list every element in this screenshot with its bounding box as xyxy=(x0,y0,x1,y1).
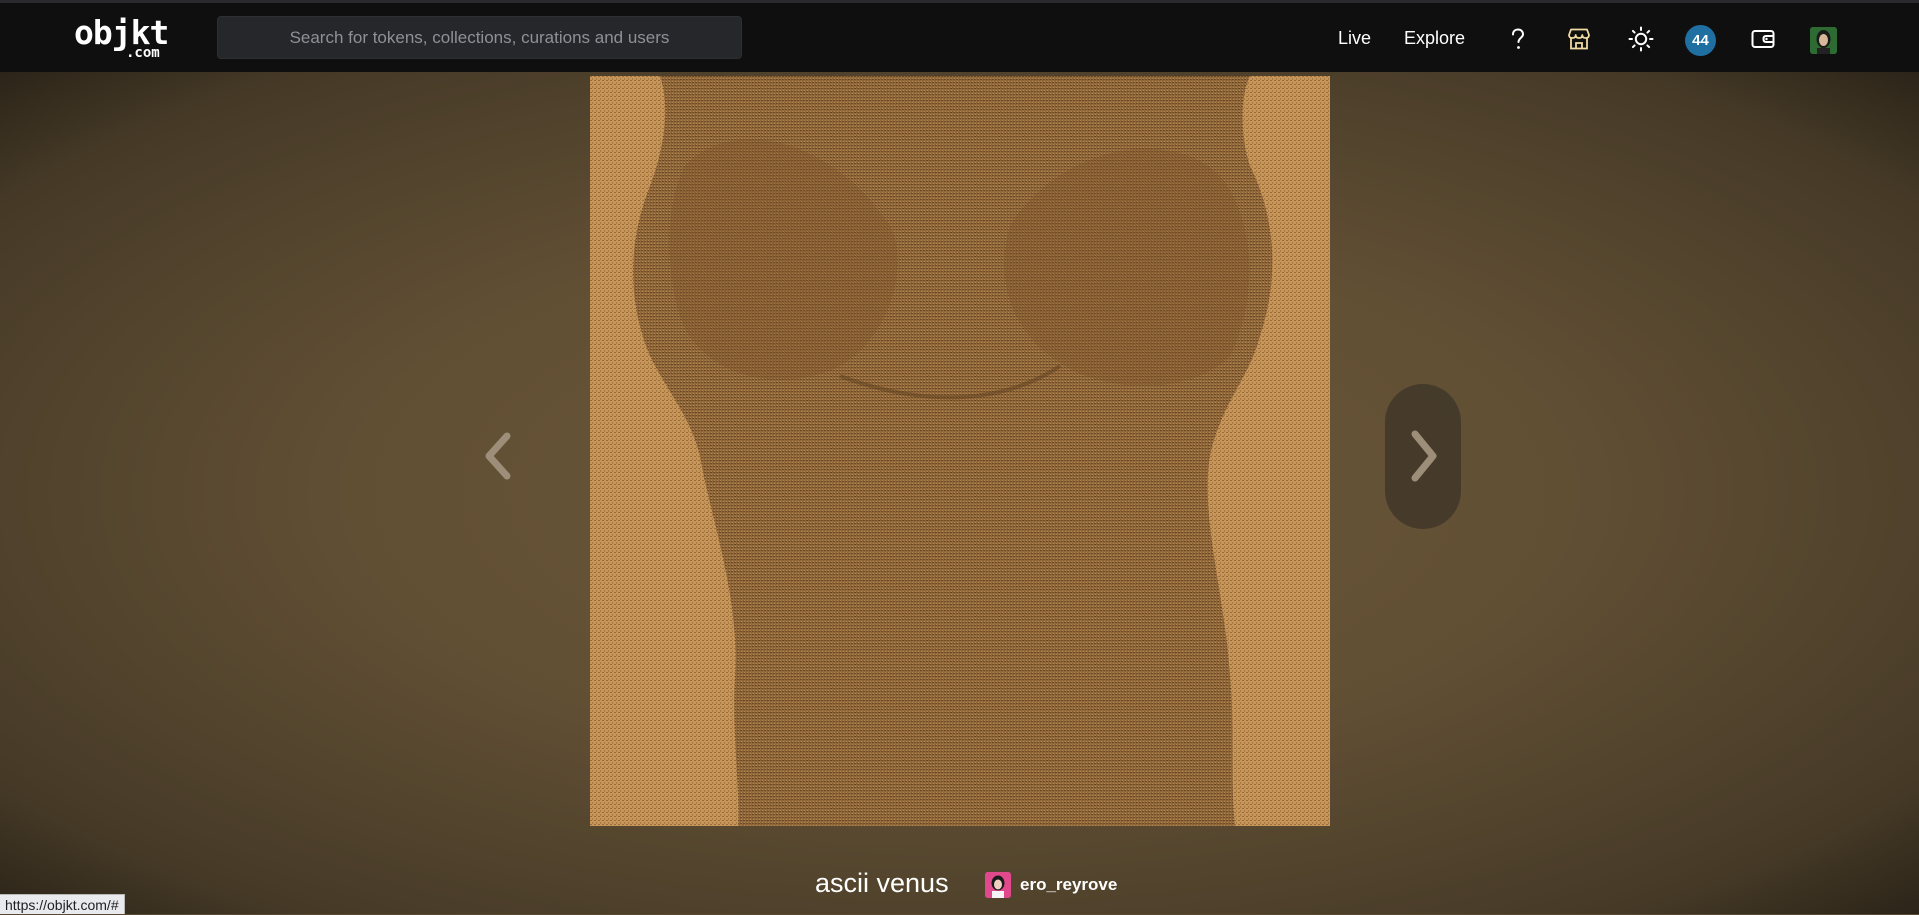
artwork-title: ascii venus xyxy=(815,868,949,898)
objkt-logo[interactable]: objkt .com xyxy=(74,15,174,61)
help-icon[interactable] xyxy=(1504,25,1532,53)
wallet-icon[interactable] xyxy=(1749,25,1777,53)
top-navbar: objkt .com Live Explore xyxy=(0,0,1919,72)
creator-avatar xyxy=(985,872,1011,898)
user-avatar[interactable] xyxy=(1810,27,1837,54)
previous-arrow-icon[interactable] xyxy=(474,426,524,486)
theme-toggle-icon[interactable] xyxy=(1627,25,1655,53)
creator-name: ero_reyrove xyxy=(1020,875,1118,894)
artwork-image[interactable] xyxy=(590,76,1330,826)
search-input[interactable] xyxy=(217,16,742,59)
status-bar-url: https://objkt.com/# xyxy=(0,894,125,914)
next-arrow-icon xyxy=(1411,430,1437,482)
notification-badge[interactable]: 44 xyxy=(1685,25,1716,56)
nav-explore-link[interactable]: Explore xyxy=(1404,27,1465,49)
nav-live-link[interactable]: Live xyxy=(1338,27,1371,49)
logo-domain: .com xyxy=(126,45,160,61)
marketplace-icon[interactable] xyxy=(1565,25,1593,53)
next-arrow-button[interactable] xyxy=(1385,384,1461,529)
creator-link[interactable]: ero_reyrove xyxy=(985,871,1117,899)
